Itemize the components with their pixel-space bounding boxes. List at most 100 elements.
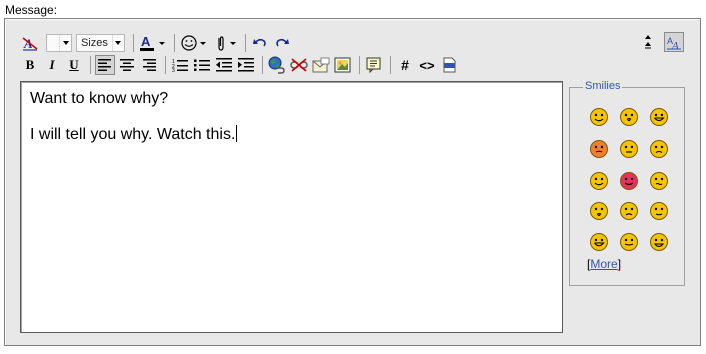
more-smilies: [More] — [587, 257, 621, 271]
emoticon-button[interactable] — [179, 33, 209, 53]
font-size-select[interactable]: Sizes — [76, 34, 125, 52]
text-cursor — [236, 125, 238, 142]
smiley-grid — [584, 102, 674, 258]
remove-link-button[interactable] — [289, 55, 309, 75]
smilies-panel: Smilies [More] — [569, 80, 685, 286]
smiley-wacko[interactable] — [644, 225, 674, 258]
smiley-confused[interactable] — [644, 166, 674, 196]
wrap-html-tags-button[interactable]: <> — [417, 55, 437, 75]
font-size-value: Sizes — [81, 37, 108, 49]
tongue-icon — [620, 232, 638, 251]
toolbar-separator — [90, 56, 91, 74]
smiley-smile[interactable] — [584, 102, 614, 131]
smiley-laugh[interactable] — [584, 225, 614, 258]
resize-toggle-button[interactable] — [638, 32, 658, 52]
laugh-icon — [590, 232, 608, 251]
chevron-down-icon — [59, 35, 71, 51]
svg-text:A: A — [141, 34, 151, 49]
undo-button[interactable] — [250, 33, 270, 53]
more-smilies-link[interactable]: More — [590, 257, 617, 271]
smiley-mad[interactable] — [614, 196, 644, 225]
toolbar-separator — [262, 56, 263, 74]
php-file-icon — [443, 57, 456, 73]
squint-icon — [650, 139, 668, 158]
globe-link-icon — [268, 56, 285, 74]
insert-quote-button[interactable] — [364, 55, 384, 75]
undo-icon — [252, 38, 266, 47]
more-close-bracket: ] — [617, 257, 622, 271]
smiley-tongue[interactable] — [614, 225, 644, 258]
toolbar-separator — [173, 34, 175, 52]
editor-frame: A Sizes A A A B I U 1 2 3 # <> Want to k… — [4, 18, 701, 346]
toolbar-separator — [359, 56, 360, 74]
rolleyes-icon — [650, 201, 668, 220]
wacko-icon — [650, 232, 668, 251]
wysiwyg-toggle-button[interactable]: A A — [664, 32, 684, 52]
smiley-shocked[interactable] — [584, 196, 614, 225]
smiley-squint[interactable] — [644, 131, 674, 166]
unordered-list-icon — [194, 59, 210, 71]
align-right-button[interactable] — [139, 55, 159, 75]
smiley-rolleyes[interactable] — [644, 196, 674, 225]
smiley-neutral[interactable] — [614, 131, 644, 166]
font-color-icon: A — [139, 34, 165, 51]
indent-icon — [238, 58, 254, 72]
wrap-php-tags-button[interactable] — [439, 55, 459, 75]
message-textarea[interactable]: Want to know why? I will tell you why. W… — [20, 81, 563, 333]
attachment-button[interactable] — [211, 33, 239, 53]
bold-button[interactable]: B — [20, 55, 40, 75]
image-icon — [334, 57, 351, 73]
svg-text:3: 3 — [172, 68, 175, 72]
remove-format-button[interactable]: A — [20, 33, 40, 53]
outdent-button[interactable] — [214, 55, 234, 75]
message-label: Message: — [5, 3, 58, 17]
quote-icon — [366, 57, 381, 73]
ordered-list-button[interactable]: 1 2 3 — [170, 55, 190, 75]
editor-line-2-text: I will tell you why. Watch this. — [30, 126, 236, 143]
emoticon-icon — [181, 35, 206, 51]
smile-icon — [590, 107, 608, 126]
happy-icon — [590, 172, 608, 190]
underline-button[interactable]: U — [64, 55, 84, 75]
confused-icon — [650, 172, 668, 190]
align-right-icon — [143, 59, 156, 71]
smiley-love[interactable] — [614, 166, 644, 196]
grin-icon — [650, 107, 668, 126]
shocked-icon — [590, 201, 608, 220]
align-center-button[interactable] — [117, 55, 137, 75]
insert-image-button[interactable] — [333, 55, 353, 75]
insert-email-button[interactable] — [311, 55, 331, 75]
smilies-legend: Smilies — [583, 80, 623, 92]
unordered-list-button[interactable] — [192, 55, 212, 75]
mad-icon — [620, 201, 638, 220]
smiley-embarrassed[interactable] — [584, 131, 614, 166]
smiley-happy[interactable] — [584, 166, 614, 196]
editor-line-2: I will tell you why. Watch this. — [30, 125, 553, 144]
toolbar-row-2: B I U 1 2 3 # <> — [20, 54, 461, 76]
unlink-icon — [290, 58, 308, 72]
toolbar-separator — [132, 34, 134, 52]
toolbar-separator — [390, 56, 391, 74]
italic-button[interactable]: I — [42, 55, 62, 75]
smiley-eek[interactable] — [614, 102, 644, 131]
indent-button[interactable] — [236, 55, 256, 75]
toolbar-separator — [165, 56, 166, 74]
redo-icon — [276, 38, 289, 47]
top-right-controls: A A — [638, 32, 686, 52]
redo-button[interactable] — [272, 33, 292, 53]
editor-line-1: Want to know why? — [30, 90, 169, 107]
insert-link-button[interactable] — [267, 55, 287, 75]
switch-mode-icon: A A — [667, 36, 681, 50]
font-family-select[interactable] — [46, 34, 72, 52]
expand-collapse-icon — [645, 35, 651, 49]
smiley-grin[interactable] — [644, 102, 674, 131]
ordered-list-icon: 1 2 3 — [172, 59, 188, 72]
font-color-button[interactable]: A — [138, 33, 168, 53]
neutral-icon — [620, 139, 638, 158]
embarrassed-icon — [590, 139, 608, 158]
align-left-button[interactable] — [95, 55, 115, 75]
love-icon — [620, 172, 638, 190]
wrap-code-tags-button[interactable]: # — [395, 55, 415, 75]
outdent-icon — [216, 58, 232, 72]
toolbar-row-1: A Sizes A — [20, 32, 294, 54]
